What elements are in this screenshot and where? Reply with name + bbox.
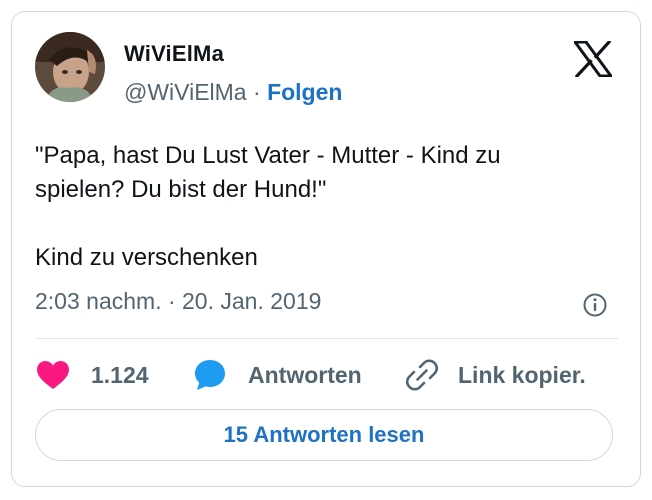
read-replies-button[interactable]: 15 Antworten lesen	[35, 409, 613, 461]
x-logo-icon[interactable]	[572, 39, 614, 79]
follow-button[interactable]: Folgen	[267, 79, 342, 105]
avatar-photo	[35, 32, 105, 102]
display-name[interactable]: WiViElMa	[124, 41, 224, 67]
timestamp[interactable]: 2:03 nachm. · 20. Jan. 2019	[35, 288, 321, 315]
copy-link-button[interactable]: Link kopier.	[405, 357, 586, 393]
tweet-text: "Papa, hast Du Lust Vater - Mutter - Kin…	[35, 139, 595, 275]
tweet-text-quote: "Papa, hast Du Lust Vater - Mutter - Kin…	[35, 142, 501, 203]
separator: ·	[253, 79, 261, 105]
info-icon[interactable]	[582, 292, 608, 318]
speech-bubble-icon	[195, 360, 225, 390]
like-button[interactable]: 1.124	[36, 357, 149, 393]
like-count: 1.124	[91, 361, 149, 388]
tweet-text-punchline: Kind zu verschenken	[35, 244, 258, 271]
handle-line: @WiViElMa · Folgen	[124, 79, 342, 106]
tweet-embed-card: WiViElMa @WiViElMa · Folgen "Papa, hast …	[11, 11, 641, 487]
reply-label: Antworten	[248, 361, 362, 388]
reply-button[interactable]: Antworten	[193, 357, 362, 393]
heart-icon	[37, 361, 69, 389]
divider	[35, 338, 618, 339]
handle[interactable]: @WiViElMa	[124, 79, 247, 105]
link-icon	[405, 359, 439, 391]
avatar[interactable]	[35, 32, 105, 102]
copy-link-label: Link kopier.	[458, 361, 586, 388]
